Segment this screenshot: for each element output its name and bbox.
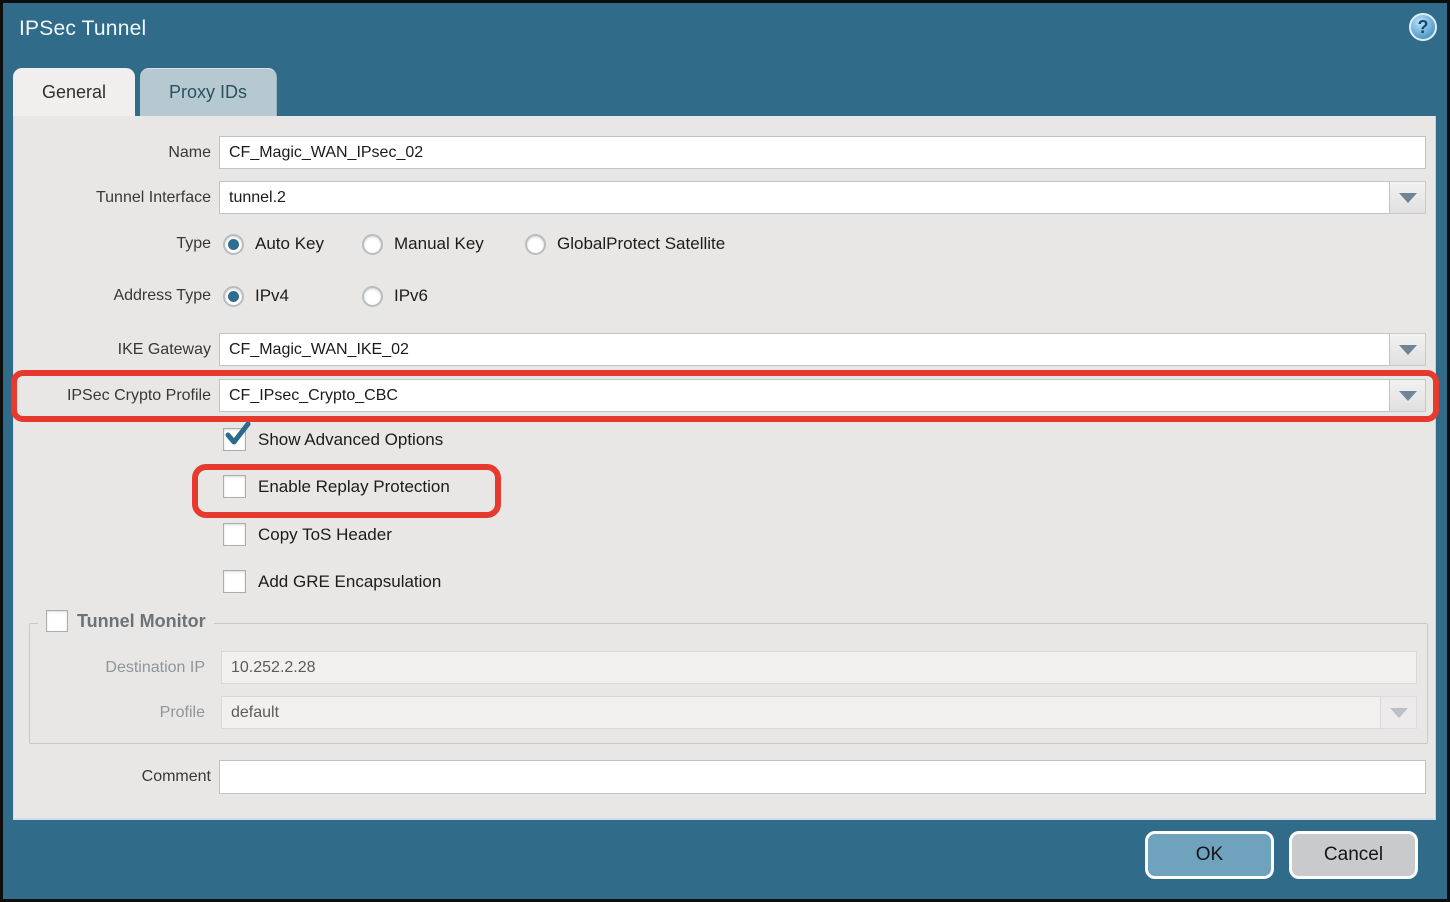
auto-key-radio[interactable] <box>223 234 244 255</box>
add-gre-encapsulation-row: Add GRE Encapsulation <box>223 570 441 593</box>
enable-replay-protection-label: Enable Replay Protection <box>258 477 450 497</box>
name-row: Name <box>14 136 1426 169</box>
ok-button[interactable]: OK <box>1145 831 1274 879</box>
address-type-row: Address Type IPv4 IPv6 <box>14 282 1426 310</box>
chevron-down-icon <box>1399 391 1417 401</box>
ipsec-crypto-profile-label: IPSec Crypto Profile <box>14 387 211 405</box>
cancel-button[interactable]: Cancel <box>1289 831 1418 879</box>
tunnel-interface-dropdown-button[interactable] <box>1390 181 1426 214</box>
ipsec-tunnel-dialog: IPSec Tunnel ? General Proxy IDs Name Tu… <box>3 3 1447 899</box>
copy-tos-header-row: Copy ToS Header <box>223 523 392 546</box>
manual-key-radio[interactable] <box>362 234 383 255</box>
ipsec-crypto-profile-input[interactable] <box>219 379 1390 412</box>
manual-key-radio-label: Manual Key <box>394 234 484 254</box>
radio-option-ipv4: IPv4 <box>223 286 362 307</box>
tunnel-monitor-legend: Tunnel Monitor <box>38 610 214 632</box>
copy-tos-header-label: Copy ToS Header <box>258 525 392 545</box>
destination-ip-input <box>221 651 1417 684</box>
name-input[interactable] <box>219 136 1426 169</box>
ipsec-crypto-profile-dropdown-button[interactable] <box>1390 379 1426 412</box>
checkmark-icon <box>225 422 251 448</box>
ipsec-crypto-profile-row: IPSec Crypto Profile <box>14 379 1426 412</box>
radio-option-manual-key: Manual Key <box>362 234 525 255</box>
enable-replay-protection-checkbox[interactable] <box>223 475 246 498</box>
general-tab-panel: Name Tunnel Interface Type Auto Key <box>13 116 1436 820</box>
dialog-title: IPSec Tunnel <box>19 17 146 41</box>
destination-ip-row: Destination IP <box>14 651 1417 684</box>
copy-tos-header-checkbox[interactable] <box>223 523 246 546</box>
chevron-down-icon <box>1399 345 1417 355</box>
radio-option-ipv6: IPv6 <box>362 286 428 307</box>
tunnel-interface-label: Tunnel Interface <box>14 189 211 207</box>
tunnel-monitor-checkbox[interactable] <box>46 610 68 632</box>
tab-general[interactable]: General <box>13 68 135 117</box>
ike-gateway-row: IKE Gateway <box>14 333 1426 366</box>
comment-input[interactable] <box>219 760 1426 794</box>
comment-label: Comment <box>14 768 211 786</box>
tab-proxy-ids[interactable]: Proxy IDs <box>140 68 277 116</box>
chevron-down-icon <box>1399 193 1417 203</box>
type-label: Type <box>14 235 211 253</box>
globalprotect-satellite-radio-label: GlobalProtect Satellite <box>557 234 725 254</box>
globalprotect-satellite-radio[interactable] <box>525 234 546 255</box>
address-type-label: Address Type <box>14 287 211 305</box>
chevron-down-icon <box>1390 708 1408 718</box>
show-advanced-options-label: Show Advanced Options <box>258 430 443 450</box>
ipv6-radio[interactable] <box>362 286 383 307</box>
radio-option-auto-key: Auto Key <box>223 234 362 255</box>
ipv6-radio-label: IPv6 <box>394 286 428 306</box>
profile-row: Profile <box>14 696 1417 729</box>
show-advanced-options-row: Show Advanced Options <box>223 428 443 451</box>
profile-input <box>221 696 1381 729</box>
show-advanced-options-checkbox[interactable] <box>223 428 246 451</box>
ipv4-radio-label: IPv4 <box>255 286 289 306</box>
tunnel-interface-row: Tunnel Interface <box>14 181 1426 214</box>
profile-label: Profile <box>14 704 205 722</box>
ike-gateway-label: IKE Gateway <box>14 341 211 359</box>
ike-gateway-dropdown-button[interactable] <box>1390 333 1426 366</box>
tunnel-monitor-label: Tunnel Monitor <box>77 611 206 632</box>
profile-dropdown-button <box>1381 696 1417 729</box>
help-icon[interactable]: ? <box>1409 13 1437 41</box>
ipv4-radio[interactable] <box>223 286 244 307</box>
auto-key-radio-label: Auto Key <box>255 234 324 254</box>
type-row: Type Auto Key Manual Key GlobalProtect S… <box>14 230 1426 258</box>
add-gre-encapsulation-checkbox[interactable] <box>223 570 246 593</box>
ike-gateway-input[interactable] <box>219 333 1390 366</box>
comment-row: Comment <box>14 760 1426 794</box>
radio-option-globalprotect-satellite: GlobalProtect Satellite <box>525 234 725 255</box>
name-label: Name <box>14 144 211 162</box>
add-gre-encapsulation-label: Add GRE Encapsulation <box>258 572 441 592</box>
tunnel-interface-input[interactable] <box>219 181 1390 214</box>
destination-ip-label: Destination IP <box>14 659 205 677</box>
tab-bar: General Proxy IDs <box>13 68 277 117</box>
enable-replay-protection-row: Enable Replay Protection <box>223 475 450 498</box>
